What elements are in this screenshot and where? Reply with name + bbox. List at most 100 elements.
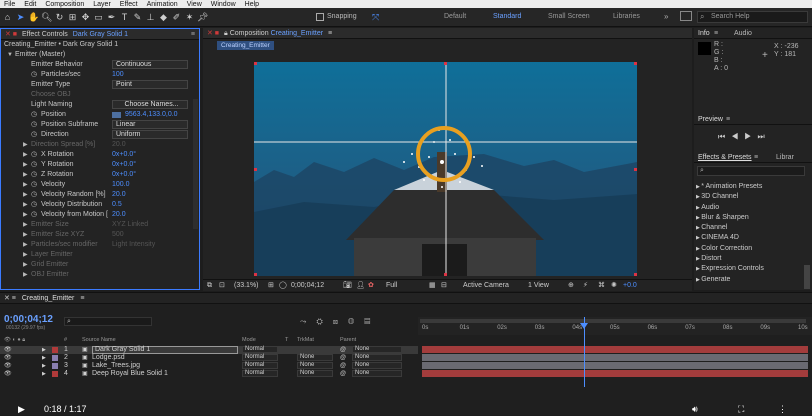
always-preview-icon[interactable]: ⧉: [207, 280, 212, 291]
frame-blend-icon[interactable]: ⊠: [333, 317, 348, 326]
effect-property-row[interactable]: Emitter (Master) ▼: [1, 50, 201, 60]
info-tab[interactable]: Info: [698, 30, 710, 37]
effect-property-value[interactable]: 0x+0.0°: [112, 170, 136, 180]
show-snapshot-icon[interactable]: 👤︎: [356, 280, 365, 291]
twirl-arrow-icon[interactable]: ▶: [23, 160, 28, 170]
prev-frame-icon[interactable]: ◀: [731, 132, 744, 141]
pick-whip-icon[interactable]: @: [340, 362, 346, 370]
eraser-tool-icon[interactable]: ◆: [158, 12, 169, 23]
mask-icon[interactable]: ◯: [279, 280, 287, 291]
grid-icon[interactable]: ⊞: [268, 280, 274, 291]
effect-property-row[interactable]: Velocity Distribution ▶ ◷ 0.5: [1, 200, 201, 210]
menu-item-window[interactable]: Window: [211, 1, 236, 8]
blend-mode-dropdown[interactable]: Normal: [242, 370, 278, 377]
layer-row[interactable]: 👁︎ ▶ 2 ▣ Lodge.psd Normal None @ None: [0, 354, 418, 362]
twirl-arrow-icon[interactable]: ▼: [7, 50, 13, 60]
effect-property-value[interactable]: 500: [112, 230, 124, 240]
label-color-swatch[interactable]: [52, 371, 58, 377]
layer-name[interactable]: Deep Royal Blue Solid 1: [92, 370, 168, 378]
more-options-icon[interactable]: ⋮: [778, 404, 787, 415]
choose-names-button[interactable]: Choose Names...: [112, 100, 188, 109]
stopwatch-icon[interactable]: ◷: [31, 210, 37, 220]
blend-mode-dropdown[interactable]: Normal: [242, 354, 278, 361]
menu-item-effect[interactable]: Effect: [120, 1, 138, 8]
brush-tool-icon[interactable]: ✎: [132, 12, 143, 23]
effects-category-item[interactable]: ▶ Channel: [696, 223, 810, 233]
effect-property-row[interactable]: Choose OBJ: [1, 90, 201, 100]
3d-view-icon[interactable]: ⊟: [441, 280, 447, 291]
effect-property-dropdown[interactable]: Uniform: [112, 130, 188, 139]
layer-name[interactable]: Lodge.psd: [92, 354, 125, 362]
effect-property-row[interactable]: Velocity ▶ ◷ 100.0: [1, 180, 201, 190]
twirl-arrow-icon[interactable]: ▶: [23, 240, 28, 250]
twirl-arrow-icon[interactable]: ▶: [23, 260, 28, 270]
effects-category-item[interactable]: ▶ Blur & Sharpen: [696, 213, 810, 223]
layer-row[interactable]: 👁︎ ▶ 3 ▣ Lake_Trees.jpg Normal None @ None: [0, 362, 418, 370]
effects-category-item[interactable]: ▶ CINEMA 4D: [696, 233, 810, 243]
effect-property-row[interactable]: X Rotation ▶ ◷ 0x+0.0°: [1, 150, 201, 160]
layer-duration-bar[interactable]: [422, 346, 808, 353]
rotate-tool-icon[interactable]: ↻: [54, 12, 65, 23]
parent-dropdown[interactable]: None: [352, 354, 402, 361]
hand-tool-icon[interactable]: ✋: [28, 12, 39, 23]
work-area-bar[interactable]: [420, 319, 806, 323]
layer-row[interactable]: 👁︎ ▶ 4 ▣ Deep Royal Blue Solid 1 Normal None @ N…: [0, 370, 418, 378]
effect-property-value[interactable]: XYZ Linked: [112, 220, 148, 230]
label-color-swatch[interactable]: [52, 363, 58, 369]
shy-icon[interactable]: ⛭: [316, 317, 332, 326]
menu-item-edit[interactable]: Edit: [24, 1, 36, 8]
pick-whip-icon[interactable]: @: [340, 354, 346, 362]
stopwatch-icon[interactable]: ◷: [31, 180, 37, 190]
effect-property-row[interactable]: Velocity from Motion [▶ ◷ 20.0: [1, 210, 201, 220]
panel-menu-icon[interactable]: ≡: [191, 29, 195, 40]
effect-property-row[interactable]: Emitter Type Point: [1, 80, 201, 90]
views-dropdown[interactable]: 1 View: [528, 280, 549, 291]
workspace-default[interactable]: Default: [444, 13, 466, 20]
effect-property-value[interactable]: Light Intensity: [112, 240, 155, 250]
transparency-grid-icon[interactable]: ▦: [429, 280, 436, 291]
draft-3d-icon[interactable]: ⤳: [300, 317, 316, 326]
effect-property-row[interactable]: Emitter Size ▶ XYZ Linked: [1, 220, 201, 230]
effect-property-row[interactable]: Velocity Random [%] ▶ ◷ 20.0: [1, 190, 201, 200]
time-ruler[interactable]: 0s 01s 02s 03s 04s 05s 06s 07s 08s 09s 10s: [418, 317, 812, 335]
effect-property-dropdown[interactable]: Linear: [112, 120, 188, 129]
effects-presets-tab[interactable]: Effects & Presets: [698, 154, 752, 161]
snap-options-icon[interactable]: ⤧: [372, 12, 379, 23]
menu-item-composition[interactable]: Composition: [45, 1, 84, 8]
twirl-arrow-icon[interactable]: ▶: [23, 190, 28, 200]
blend-mode-dropdown[interactable]: Normal: [242, 362, 278, 369]
effect-property-row[interactable]: Light Naming Choose Names...: [1, 100, 201, 110]
current-time[interactable]: 0;00;04;12: [291, 280, 324, 291]
composition-subtab[interactable]: Creating_Emitter: [217, 41, 274, 50]
effect-property-value[interactable]: 20.0: [112, 140, 126, 150]
graph-editor-icon[interactable]: ▤: [364, 317, 380, 326]
type-tool-icon[interactable]: T: [119, 12, 130, 23]
visibility-eye-icon[interactable]: 👁︎: [4, 370, 12, 378]
play-icon[interactable]: ▶: [744, 132, 757, 141]
twirl-arrow-icon[interactable]: ▶: [42, 370, 46, 378]
twirl-arrow-icon[interactable]: ▶: [42, 362, 46, 370]
effect-property-row[interactable]: Z Rotation ▶ ◷ 0x+0.0°: [1, 170, 201, 180]
twirl-arrow-icon[interactable]: ▶: [23, 200, 28, 210]
effects-scrollbar[interactable]: [804, 265, 810, 289]
panel-close-icon[interactable]: ✕ ≡: [4, 295, 16, 302]
twirl-arrow-icon[interactable]: ▶: [23, 170, 28, 180]
menu-item-layer[interactable]: Layer: [93, 1, 111, 8]
parent-dropdown[interactable]: None: [352, 362, 402, 369]
parent-dropdown[interactable]: None: [352, 346, 402, 353]
exposure-icon[interactable]: ✺: [611, 280, 617, 291]
effect-property-row[interactable]: Y Rotation ▶ ◷ 0x+0.0°: [1, 160, 201, 170]
effect-controls-scrollbar[interactable]: [193, 99, 198, 229]
effect-property-dropdown[interactable]: Continuous: [112, 60, 188, 69]
effect-property-row[interactable]: Layer Emitter ▶: [1, 250, 201, 260]
effect-property-row[interactable]: Direction Spread [%] ▶ 20.0: [1, 140, 201, 150]
twirl-arrow-icon[interactable]: ▶: [23, 150, 28, 160]
effect-property-row[interactable]: Emitter Behavior Continuous: [1, 60, 201, 70]
stopwatch-icon[interactable]: ◷: [31, 190, 37, 200]
visibility-eye-icon[interactable]: 👁︎: [4, 346, 12, 354]
visibility-eye-icon[interactable]: 👁︎: [4, 362, 12, 370]
pen-tool-icon[interactable]: ✒: [106, 12, 117, 23]
channel-icon[interactable]: ✿: [368, 280, 374, 291]
layer-name[interactable]: Lake_Trees.jpg: [92, 362, 140, 370]
track-matte-dropdown[interactable]: None: [297, 370, 333, 377]
